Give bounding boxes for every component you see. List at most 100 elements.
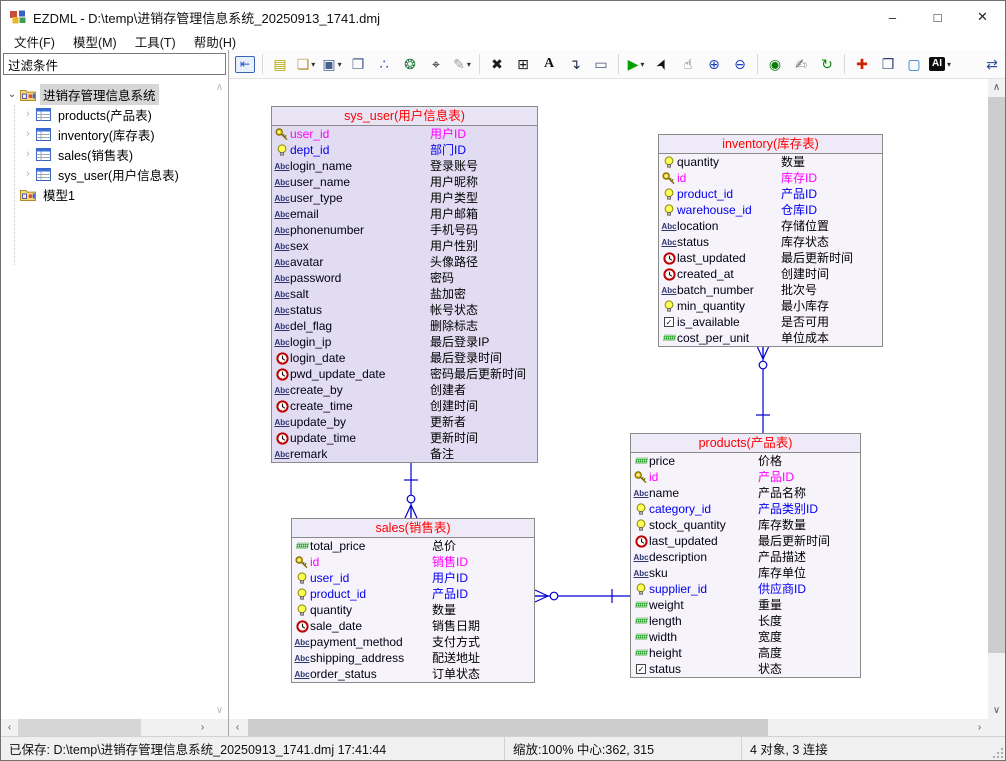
table-inventory[interactable]: inventory(库存表) quantity 数量 id 库存ID product_id… — [658, 134, 883, 347]
canvas-hscroll-track[interactable] — [246, 719, 971, 736]
tree-scroll-up-icon[interactable]: ∧ — [211, 79, 228, 96]
edit-pen-icon[interactable]: ✎ ▾ — [450, 52, 474, 76]
field-row-sku[interactable]: Abc sku 库存单位 — [631, 565, 860, 581]
entity-title[interactable]: products(产品表) — [631, 434, 860, 453]
field-row-user_id[interactable]: user_id 用户ID — [292, 570, 534, 586]
field-row-status[interactable]: Abc status 库存状态 — [659, 234, 882, 250]
field-row-width[interactable]: ### width 宽度 — [631, 629, 860, 645]
pan-hand-icon[interactable]: ☝ — [676, 52, 700, 76]
find-icon[interactable]: ⌖ — [424, 52, 448, 76]
maximize-button[interactable]: □ — [915, 1, 960, 33]
filter-input[interactable] — [3, 53, 226, 75]
canvas-scroll-right-icon[interactable]: › — [971, 719, 988, 736]
field-row-order_status[interactable]: Abc order_status 订单状态 — [292, 666, 534, 682]
field-row-height[interactable]: ### height 高度 — [631, 645, 860, 661]
chevron-collapsed-icon[interactable]: › — [21, 128, 35, 140]
canvas-scroll-down-icon[interactable]: ∨ — [988, 702, 1005, 719]
field-row-price[interactable]: ### price 价格 — [631, 453, 860, 469]
zoom-in-icon[interactable]: ⊕ — [702, 52, 726, 76]
canvas-horizontal-scrollbar[interactable]: ‹ › — [229, 719, 988, 736]
field-row-weight[interactable]: ### weight 重量 — [631, 597, 860, 613]
field-row-login_name[interactable]: Abc login_name 登录账号 — [272, 158, 537, 174]
dropdown-arrow-icon[interactable]: ▾ — [338, 60, 342, 69]
field-row-batch_number[interactable]: Abc batch_number 批次号 — [659, 282, 882, 298]
add-text-icon[interactable]: A — [537, 52, 561, 76]
field-row-created_at[interactable]: created_at 创建时间 — [659, 266, 882, 282]
preview-eye-icon[interactable]: ◉ — [763, 52, 787, 76]
field-row-id[interactable]: id 产品ID — [631, 469, 860, 485]
tree-horizontal-scrollbar[interactable]: ‹ › — [1, 719, 211, 736]
dropdown-arrow-icon[interactable]: ▾ — [467, 60, 471, 69]
run-generate-icon[interactable]: ▶ ▾ — [624, 52, 648, 76]
field-row-category_id[interactable]: category_id 产品类别ID — [631, 501, 860, 517]
object-properties-icon[interactable]: ❒ — [876, 52, 900, 76]
menu-file[interactable]: 文件(F) — [5, 32, 64, 51]
field-row-del_flag[interactable]: Abc del_flag 删除标志 — [272, 318, 537, 334]
chevron-collapsed-icon[interactable]: › — [21, 108, 35, 120]
field-row-quantity[interactable]: quantity 数量 — [659, 154, 882, 170]
field-row-pwd_update_date[interactable]: pwd_update_date 密码最后更新时间 — [272, 366, 537, 382]
menu-tools[interactable]: 工具(T) — [126, 32, 185, 51]
field-row-remark[interactable]: Abc remark 备注 — [272, 446, 537, 462]
save-model-icon[interactable]: ▣ ▾ — [320, 52, 344, 76]
tree-hscroll-track[interactable] — [18, 719, 194, 736]
table-products[interactable]: products(产品表) ### price 价格 id 产品ID Abc name 产品名称… — [630, 433, 861, 678]
canvas-hscroll-thumb[interactable] — [248, 719, 768, 736]
export-image-icon[interactable]: ✍ — [789, 52, 813, 76]
field-row-user_name[interactable]: Abc user_name 用户昵称 — [272, 174, 537, 190]
field-row-shipping_address[interactable]: Abc shipping_address 配送地址 — [292, 650, 534, 666]
tree-item-sys-user-[interactable]: › sys_user(用户信息表) — [1, 164, 211, 184]
table-sys_user[interactable]: sys_user(用户信息表) user_id 用户ID dept_id 部门ID Abc… — [271, 106, 538, 463]
canvas-scroll-left-icon[interactable]: ‹ — [229, 719, 246, 736]
field-row-sex[interactable]: Abc sex 用户性别 — [272, 238, 537, 254]
field-row-total_price[interactable]: ### total_price 总价 — [292, 538, 534, 554]
field-row-user_id[interactable]: user_id 用户ID — [272, 126, 537, 142]
ai-assistant-icon[interactable]: AI ▾ — [928, 52, 952, 76]
delete-icon[interactable]: ✖ — [485, 52, 509, 76]
field-row-create_by[interactable]: Abc create_by 创建者 — [272, 382, 537, 398]
close-button[interactable]: ✕ — [960, 1, 1005, 33]
open-model-icon[interactable]: ❏ ▾ — [294, 52, 318, 76]
fit-view-icon[interactable]: ▢ — [902, 52, 926, 76]
tree-item--1[interactable]: 模型1 — [1, 184, 211, 204]
field-row-sale_date[interactable]: sale_date 销售日期 — [292, 618, 534, 634]
field-row-salt[interactable]: Abc salt 盐加密 — [272, 286, 537, 302]
new-table-icon[interactable]: ⊞ — [511, 52, 535, 76]
field-row-id[interactable]: id 销售ID — [292, 554, 534, 570]
auto-layout-icon[interactable]: ∴ — [372, 52, 396, 76]
tree-scroll-right-icon[interactable]: › — [194, 719, 211, 736]
dropdown-arrow-icon[interactable]: ▾ — [311, 60, 315, 69]
field-row-product_id[interactable]: product_id 产品ID — [292, 586, 534, 602]
canvas-scroll-up-icon[interactable]: ∧ — [988, 79, 1005, 96]
copy-diagram-icon[interactable]: ❐ — [346, 52, 370, 76]
field-row-min_quantity[interactable]: min_quantity 最小库存 — [659, 298, 882, 314]
resize-grip-icon[interactable] — [992, 747, 1004, 759]
field-row-status[interactable]: ✓ status 状态 — [631, 661, 860, 677]
field-row-name[interactable]: Abc name 产品名称 — [631, 485, 860, 501]
tree-item-sales-[interactable]: › sales(销售表) — [1, 144, 211, 164]
add-rect-icon[interactable]: ▭ — [589, 52, 613, 76]
new-model-icon[interactable]: ▤ — [268, 52, 292, 76]
field-row-status[interactable]: Abc status 帐号状态 — [272, 302, 537, 318]
field-row-cost_per_unit[interactable]: ### cost_per_unit 单位成本 — [659, 330, 882, 346]
menu-model[interactable]: 模型(M) — [64, 32, 126, 51]
zoom-out-icon[interactable]: ⊖ — [728, 52, 752, 76]
field-row-product_id[interactable]: product_id 产品ID — [659, 186, 882, 202]
sync-panels-icon[interactable]: ⇄ — [980, 52, 1004, 76]
canvas-vertical-scrollbar[interactable]: ∧ ∨ — [988, 79, 1005, 719]
field-row-login_date[interactable]: login_date 最后登录时间 — [272, 350, 537, 366]
entity-title[interactable]: sales(销售表) — [292, 519, 534, 538]
field-row-stock_quantity[interactable]: stock_quantity 库存数量 — [631, 517, 860, 533]
dropdown-arrow-icon[interactable]: ▾ — [640, 60, 644, 69]
chevron-collapsed-icon[interactable]: › — [21, 148, 35, 160]
chevron-expanded-icon[interactable]: ⌄ — [5, 89, 19, 100]
field-row-user_type[interactable]: Abc user_type 用户类型 — [272, 190, 537, 206]
add-tools-icon[interactable]: ✚ — [850, 52, 874, 76]
tree-item-products-[interactable]: › products(产品表) — [1, 104, 211, 124]
tree-scroll-down-icon[interactable]: ∨ — [211, 702, 228, 719]
field-row-phonenumber[interactable]: Abc phonenumber 手机号码 — [272, 222, 537, 238]
field-row-last_updated[interactable]: last_updated 最后更新时间 — [631, 533, 860, 549]
field-row-dept_id[interactable]: dept_id 部门ID — [272, 142, 537, 158]
field-row-id[interactable]: id 库存ID — [659, 170, 882, 186]
field-row-last_updated[interactable]: last_updated 最后更新时间 — [659, 250, 882, 266]
